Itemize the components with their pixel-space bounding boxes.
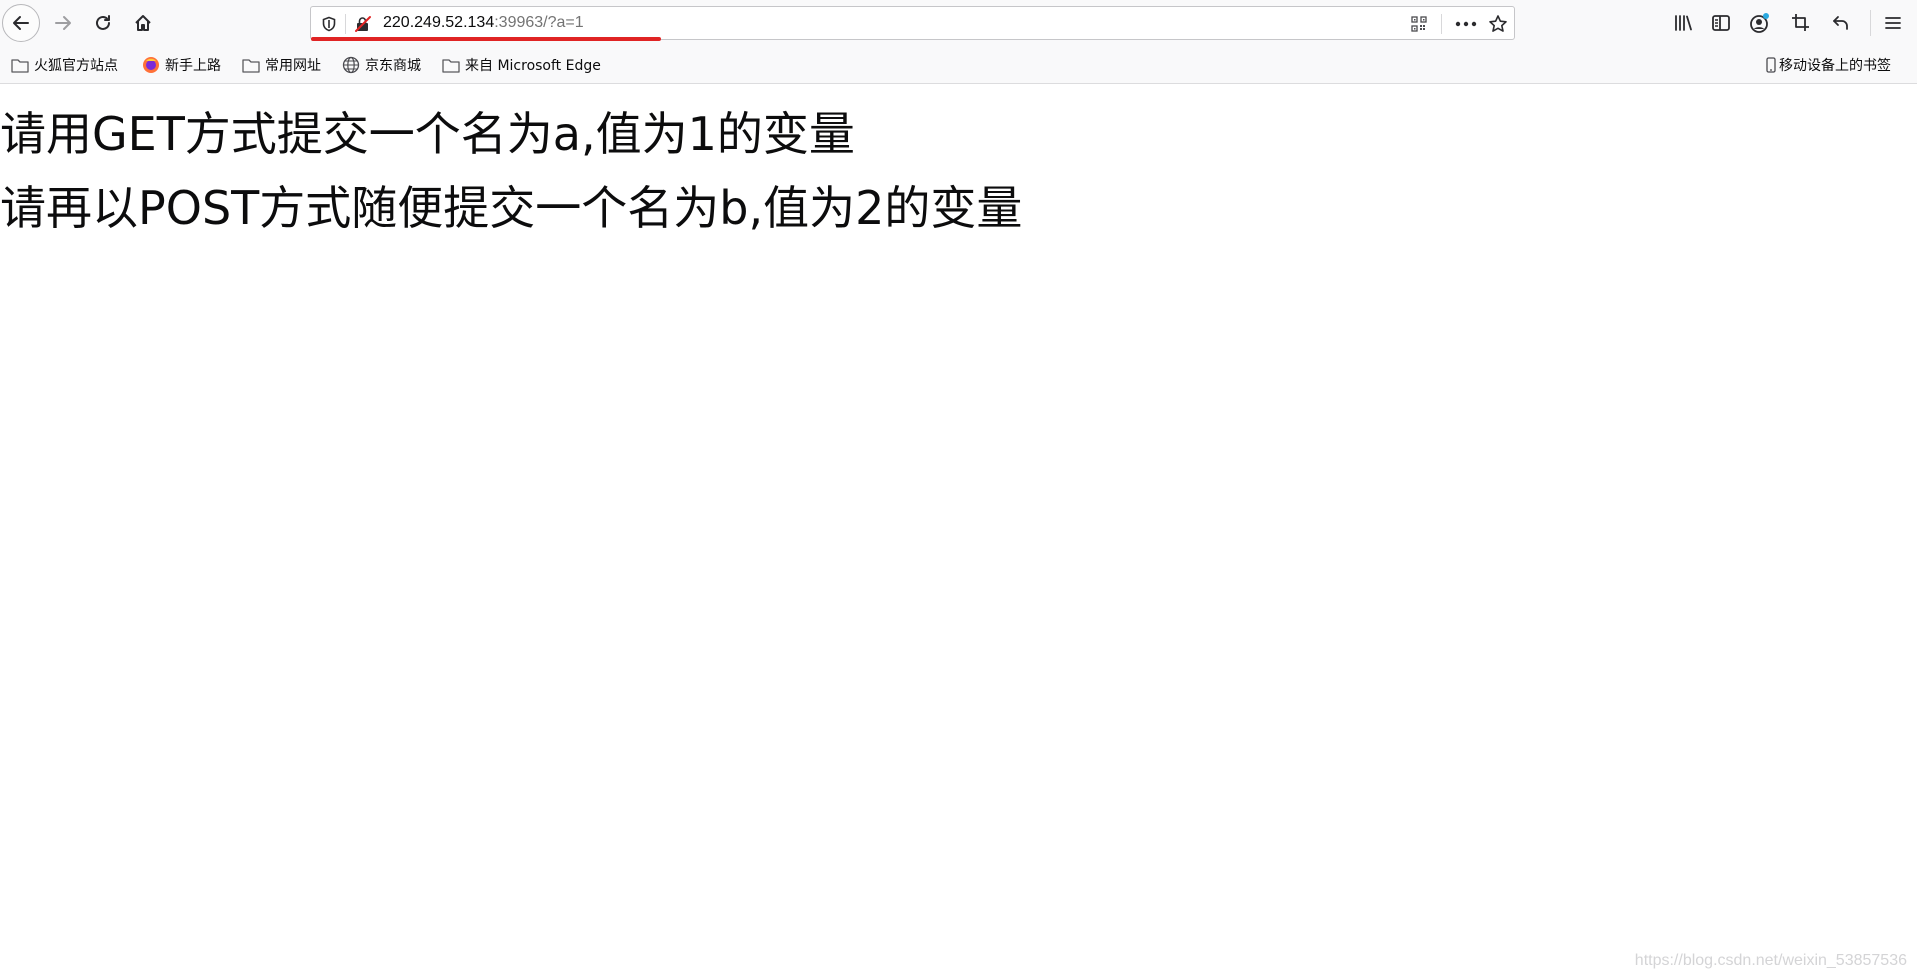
screenshot-crop-icon[interactable] [1788,10,1814,36]
bookmark-item[interactable]: 来自 Microsoft Edge [441,54,601,76]
firefox-account-icon[interactable] [1747,10,1773,36]
mobile-bookmarks-label: 移动设备上的书签 [1779,58,1891,74]
folder-icon [241,56,261,74]
reload-button[interactable] [84,4,122,42]
page-actions-more-icon[interactable] [1451,14,1481,34]
arrow-left-icon [13,16,29,30]
urlbar-separator [1441,14,1442,34]
bookmarks-toolbar: 火狐官方站点 新手上路 常用网址 京东商城 来自 Microsoft Edge … [0,46,1917,84]
page-content: 请用GET方式提交一个名为a,值为1的变量 请再以POST方式随便提交一个名为b… [0,84,1917,976]
reload-icon [96,15,110,30]
url-text[interactable]: 220.249.52.134:39963/?a=1 [383,13,584,33]
library-icon[interactable] [1670,10,1696,36]
bookmark-label: 火狐官方站点 [34,58,118,74]
sidebar-toggle-icon[interactable] [1708,10,1734,36]
bookmark-label: 新手上路 [165,58,221,74]
bookmark-label: 常用网址 [265,58,321,74]
arrow-right-icon [55,16,71,30]
address-bar[interactable]: 220.249.52.134:39963/?a=1 [310,6,1515,40]
urlbar-separator [345,14,346,34]
globe-icon [341,56,361,74]
bookmark-item[interactable]: 火狐官方站点 [10,54,118,76]
home-button[interactable] [124,4,162,42]
home-icon [135,15,151,31]
tracking-protection-shield-icon[interactable] [319,14,339,34]
mobile-bookmarks-item[interactable]: 移动设备上的书签 [1765,54,1891,76]
navigation-toolbar: 220.249.52.134:39963/?a=1 [0,0,1917,46]
firefox-icon [141,56,161,74]
csdn-watermark: https://blog.csdn.net/weixin_53857536 [1634,952,1907,969]
bookmark-star-icon[interactable] [1487,13,1509,35]
bookmark-label: 京东商城 [365,58,421,74]
notification-dot [1763,13,1769,19]
challenge-line-post: 请再以POST方式随便提交一个名为b,值为2的变量 [0,181,1023,235]
mobile-icon [1765,56,1777,74]
bookmark-item[interactable]: 新手上路 [141,54,221,76]
bookmark-item[interactable]: 常用网址 [241,54,321,76]
url-red-underline-annotation [311,37,661,41]
hamburger-menu-icon[interactable] [1880,10,1906,36]
bookmark-label: 来自 Microsoft Edge [465,58,601,74]
back-button[interactable] [2,4,40,42]
qr-code-icon[interactable] [1409,14,1429,34]
browser-window: 220.249.52.134:39963/?a=1 火狐官方站点 新手上路 常用… [0,0,1917,976]
folder-icon [441,56,461,74]
forward-button[interactable] [44,4,82,42]
challenge-line-get: 请用GET方式提交一个名为a,值为1的变量 [0,107,855,161]
url-path: :39963/?a=1 [494,14,584,31]
bookmark-item[interactable]: 京东商城 [341,54,421,76]
folder-icon [10,56,30,74]
toolbar-separator [1870,10,1871,36]
undo-arrow-icon[interactable] [1828,10,1854,36]
insecure-connection-lock-icon[interactable] [353,14,373,34]
url-host: 220.249.52.134 [383,14,495,31]
